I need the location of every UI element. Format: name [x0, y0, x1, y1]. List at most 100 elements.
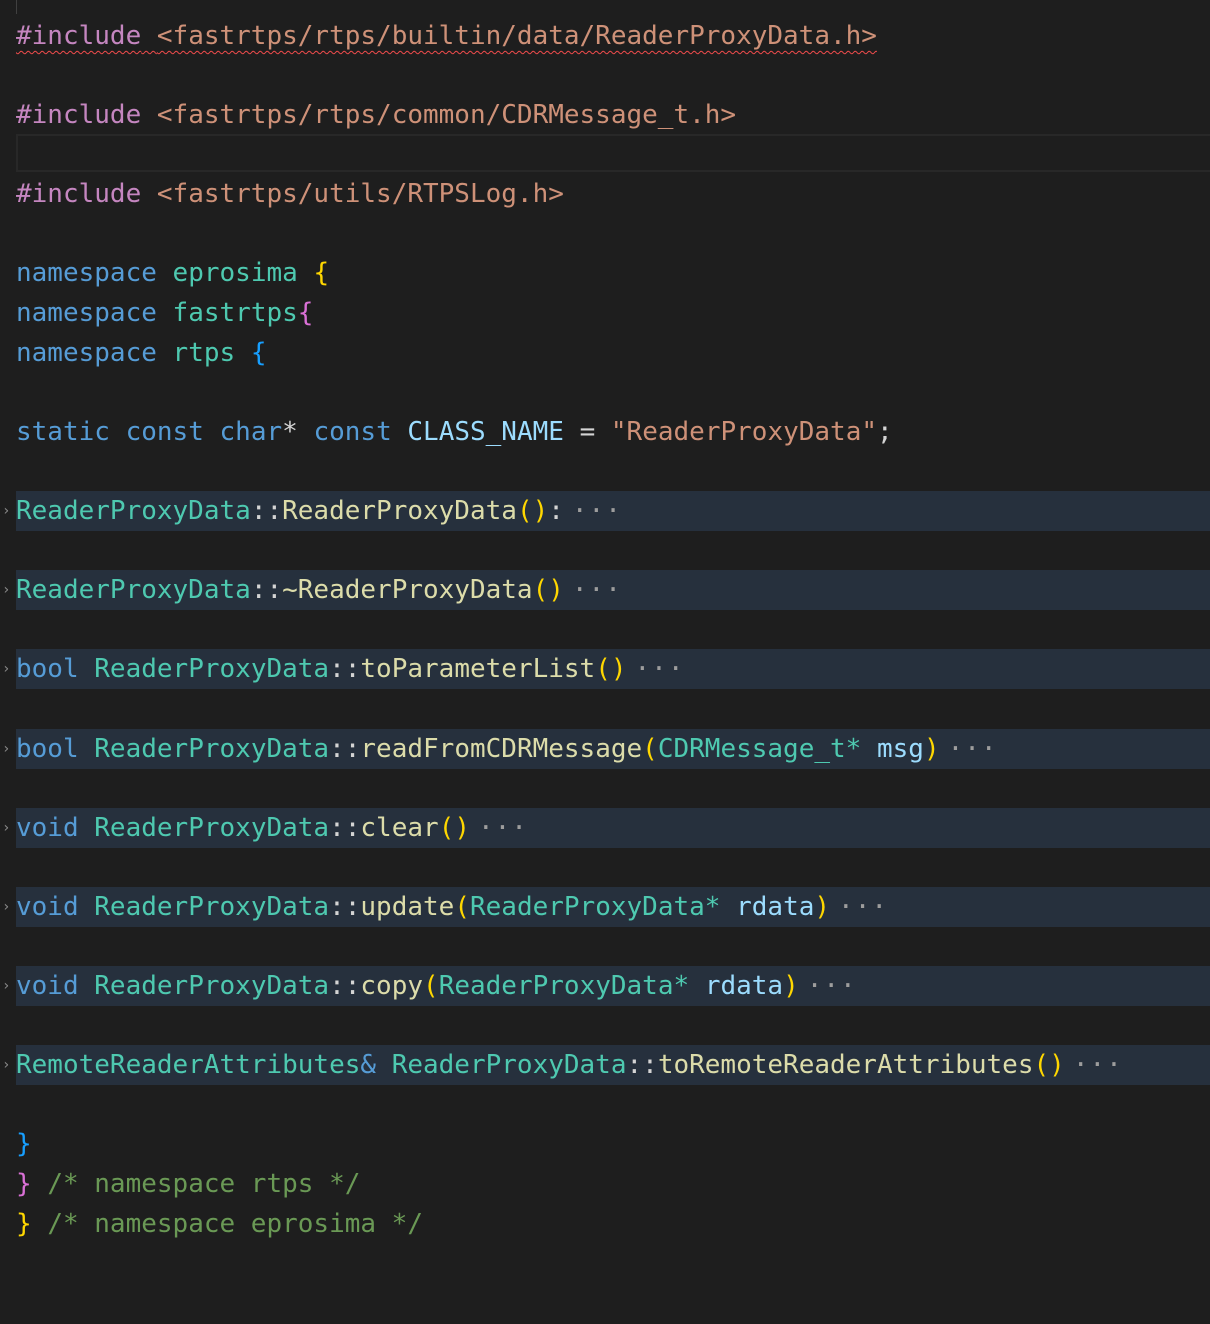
open-brace: { [297, 298, 314, 328]
fold-chevron-icon[interactable]: › [2, 966, 12, 1006]
scope-operator: :: [250, 496, 283, 526]
return-type: bool [16, 654, 79, 684]
fold-ellipsis-icon[interactable]: ··· [948, 734, 998, 764]
code-text: } /* namespace rtps */ [16, 1164, 360, 1204]
return-type: bool [16, 734, 79, 764]
open-paren: ( [423, 971, 439, 1001]
function-name: update [360, 892, 455, 922]
folded-region-clear[interactable]: › void ReaderProxyData::clear() ··· [2, 808, 1210, 848]
open-paren: ( [454, 892, 470, 922]
return-type: void [16, 813, 79, 843]
code-text: bool ReaderProxyData::toParameterList() ·… [16, 649, 685, 689]
colon: : [548, 496, 564, 526]
code-line-class-name[interactable]: static const char* const CLASS_NAME = "R… [0, 412, 1210, 452]
folded-region-to-parameter-list[interactable]: › bool ReaderProxyData::toParameterList(… [2, 649, 1210, 689]
scope-operator: :: [329, 971, 361, 1001]
fold-ellipsis-icon[interactable]: ··· [807, 971, 857, 1001]
fold-ellipsis-icon[interactable]: ··· [572, 575, 622, 605]
keyword: namespace [16, 338, 157, 368]
namespace-name: fastrtps [172, 298, 298, 328]
code-line-namespace-eprosima[interactable]: namespace eprosima { [0, 253, 1210, 293]
code-line-namespace-rtps[interactable]: namespace rtps { [0, 333, 1210, 373]
fold-chevron-icon[interactable]: › [2, 887, 12, 927]
fold-chevron-icon[interactable]: › [2, 808, 12, 848]
param-name: msg [876, 734, 924, 764]
folded-region-to-remote-reader-attributes[interactable]: › RemoteReaderAttributes& ReaderProxyDat… [2, 1045, 1210, 1085]
folded-region-update[interactable]: › void ReaderProxyData::update(ReaderPro… [2, 887, 1210, 927]
scope-operator: :: [329, 892, 361, 922]
function-name: ReaderProxyData [282, 496, 517, 526]
parentheses: () [438, 813, 470, 843]
fold-chevron-icon[interactable]: › [2, 570, 12, 610]
function-name: toParameterList [360, 654, 596, 684]
scope-operator: :: [329, 813, 361, 843]
pointer-operator: * [845, 734, 862, 764]
folded-region-read-from-cdr-message[interactable]: › bool ReaderProxyData::readFromCDRMessa… [2, 729, 1210, 769]
include-path: <fastrtps/rtps/common/CDRMessage_t.h> [156, 100, 737, 130]
fold-chevron-icon[interactable]: › [2, 491, 12, 531]
error-squiggle[interactable]: #include <fastrtps/rtps/builtin/data/Rea… [16, 21, 877, 51]
parentheses: () [1033, 1050, 1065, 1080]
folded-region-constructor[interactable]: › ReaderProxyData::ReaderProxyData(): ··· [2, 491, 1210, 531]
code-text: void ReaderProxyData::copy(ReaderProxyDa… [16, 966, 857, 1006]
code-text: static const char* const CLASS_NAME = "R… [16, 412, 893, 452]
keyword: namespace [16, 298, 157, 328]
open-brace: { [250, 338, 267, 368]
function-name: copy [360, 971, 424, 1001]
function-name: readFromCDRMessage [360, 734, 643, 764]
param-type: ReaderProxyData [469, 892, 705, 922]
indent-guide [16, 0, 17, 14]
folded-region-copy[interactable]: › void ReaderProxyData::copy(ReaderProxy… [2, 966, 1210, 1006]
code-text: #include <fastrtps/rtps/builtin/data/Rea… [16, 16, 877, 56]
preprocessor-directive: #include [16, 100, 142, 130]
close-paren: ) [814, 892, 831, 922]
code-text: #include <fastrtps/rtps/common/CDRMessag… [16, 95, 736, 135]
fold-chevron-icon[interactable]: › [2, 729, 12, 769]
folded-region-destructor[interactable]: › ReaderProxyData::~ReaderProxyData() ··· [2, 570, 1210, 610]
code-text: namespace eprosima { [16, 253, 329, 293]
return-type: void [16, 892, 79, 922]
code-line-include-rtpslog[interactable]: #include <fastrtps/utils/RTPSLog.h> [0, 174, 1210, 214]
code-line-close-namespace-eprosima[interactable]: } /* namespace eprosima */ [0, 1204, 1210, 1244]
code-line-include-readerproxydata[interactable]: #include <fastrtps/rtps/builtin/data/Rea… [0, 16, 1210, 56]
fold-ellipsis-icon[interactable]: ··· [572, 496, 622, 526]
current-line-highlight[interactable] [16, 134, 1210, 172]
open-brace: { [313, 258, 330, 288]
keyword: static [16, 417, 110, 447]
semicolon: ; [877, 417, 893, 447]
class-name: ReaderProxyData [94, 813, 330, 843]
include-path: <fastrtps/utils/RTPSLog.h> [156, 179, 564, 209]
fold-chevron-icon[interactable]: › [2, 1045, 12, 1085]
keyword: namespace [16, 258, 157, 288]
scope-operator: :: [329, 734, 361, 764]
close-brace: } [16, 1129, 32, 1159]
fold-ellipsis-icon[interactable]: ··· [1073, 1050, 1123, 1080]
code-line-close-namespace-rtps[interactable]: } /* namespace rtps */ [0, 1164, 1210, 1204]
include-path: <fastrtps/rtps/builtin/data/ReaderProxyD… [156, 21, 877, 51]
code-line-close-brace[interactable]: } [0, 1124, 1210, 1164]
string-literal: "ReaderProxyData" [610, 417, 878, 447]
fold-chevron-icon[interactable]: › [2, 649, 12, 689]
code-text: ReaderProxyData::~ReaderProxyData() ··· [16, 570, 622, 610]
return-type: RemoteReaderAttributes [16, 1050, 361, 1080]
operator: * [282, 417, 298, 447]
keyword: const [125, 417, 204, 447]
fold-ellipsis-icon[interactable]: ··· [635, 654, 685, 684]
pointer-operator: * [673, 971, 690, 1001]
code-text: RemoteReaderAttributes& ReaderProxyData:… [16, 1045, 1123, 1085]
parentheses: () [516, 496, 549, 526]
close-paren: ) [783, 971, 799, 1001]
namespace-name: eprosima [172, 258, 298, 288]
code-text: ReaderProxyData::ReaderProxyData(): ··· [16, 491, 622, 531]
code-line-include-cdrmessage[interactable]: #include <fastrtps/rtps/common/CDRMessag… [0, 95, 1210, 135]
code-editor[interactable]: #include <fastrtps/rtps/builtin/data/Rea… [0, 0, 1210, 1244]
fold-ellipsis-icon[interactable]: ··· [478, 813, 528, 843]
pointer-operator: * [704, 892, 721, 922]
operator: = [579, 417, 596, 447]
code-line-namespace-fastrtps[interactable]: namespace fastrtps{ [0, 293, 1210, 333]
class-name: ReaderProxyData [391, 1050, 627, 1080]
parentheses: () [532, 575, 564, 605]
close-brace: } [16, 1169, 32, 1199]
scope-operator: :: [250, 575, 283, 605]
fold-ellipsis-icon[interactable]: ··· [838, 892, 888, 922]
